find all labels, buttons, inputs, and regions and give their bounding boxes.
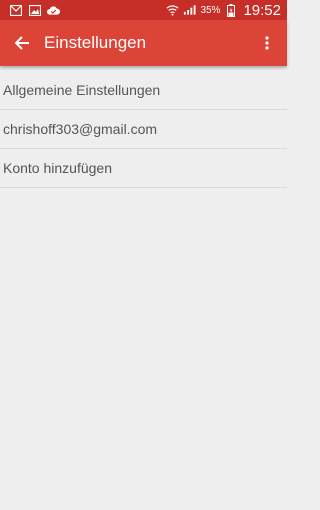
battery-percent: 35% — [200, 4, 221, 16]
more-vert-icon — [265, 36, 269, 50]
list-item-add-account[interactable]: Konto hinzufügen — [0, 149, 287, 188]
battery-icon — [224, 3, 237, 17]
wifi-icon — [166, 4, 179, 17]
image-notification-icon — [28, 4, 41, 17]
back-button[interactable] — [0, 20, 44, 66]
signal-icon — [183, 4, 196, 17]
settings-list: Allgemeine Einstellungen chrishoff303@gm… — [0, 71, 287, 188]
arrow-back-icon — [14, 36, 29, 50]
status-bar-time: 19:52 — [243, 1, 281, 19]
page-title: Einstellungen — [44, 33, 147, 52]
list-item-label: Konto hinzufügen — [3, 160, 112, 176]
overflow-menu-button[interactable] — [247, 20, 287, 66]
list-item-label: Allgemeine Einstellungen — [3, 82, 161, 98]
list-item-account[interactable]: chrishoff303@gmail.com — [0, 110, 287, 149]
app-bar: Einstellungen — [0, 20, 287, 66]
status-bar: 35% 19:52 — [0, 0, 287, 20]
list-item-general-settings[interactable]: Allgemeine Einstellungen — [0, 71, 287, 110]
status-bar-notifications — [9, 4, 60, 17]
status-bar-system: 35% 19:52 — [166, 2, 281, 19]
gmail-notification-icon — [9, 4, 22, 17]
checkmark-cloud-icon — [47, 4, 60, 17]
list-item-label: chrishoff303@gmail.com — [3, 121, 158, 137]
